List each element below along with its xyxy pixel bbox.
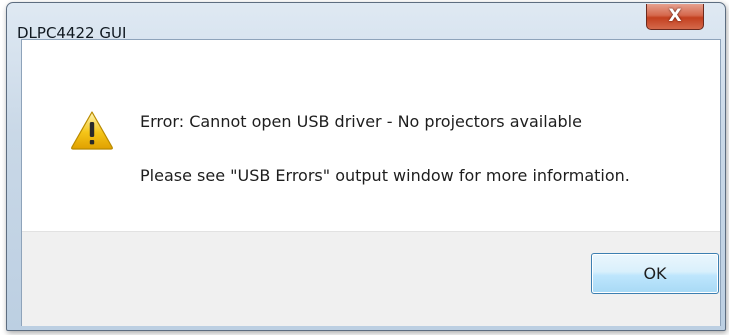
warning-icon: [71, 111, 113, 150]
close-button[interactable]: X: [646, 4, 704, 30]
dialog-content: Error: Cannot open USB driver - No proje…: [21, 39, 721, 326]
button-bar: OK: [22, 231, 720, 326]
close-icon: X: [668, 6, 682, 26]
message-area: Error: Cannot open USB driver - No proje…: [22, 40, 720, 231]
info-message: Please see "USB Errors" output window fo…: [140, 166, 630, 185]
dialog-window: DLPC4422 GUI X Error: Cannot open USB dr…: [6, 2, 726, 331]
error-message: Error: Cannot open USB driver - No proje…: [140, 112, 582, 131]
ok-button[interactable]: OK: [591, 253, 719, 294]
